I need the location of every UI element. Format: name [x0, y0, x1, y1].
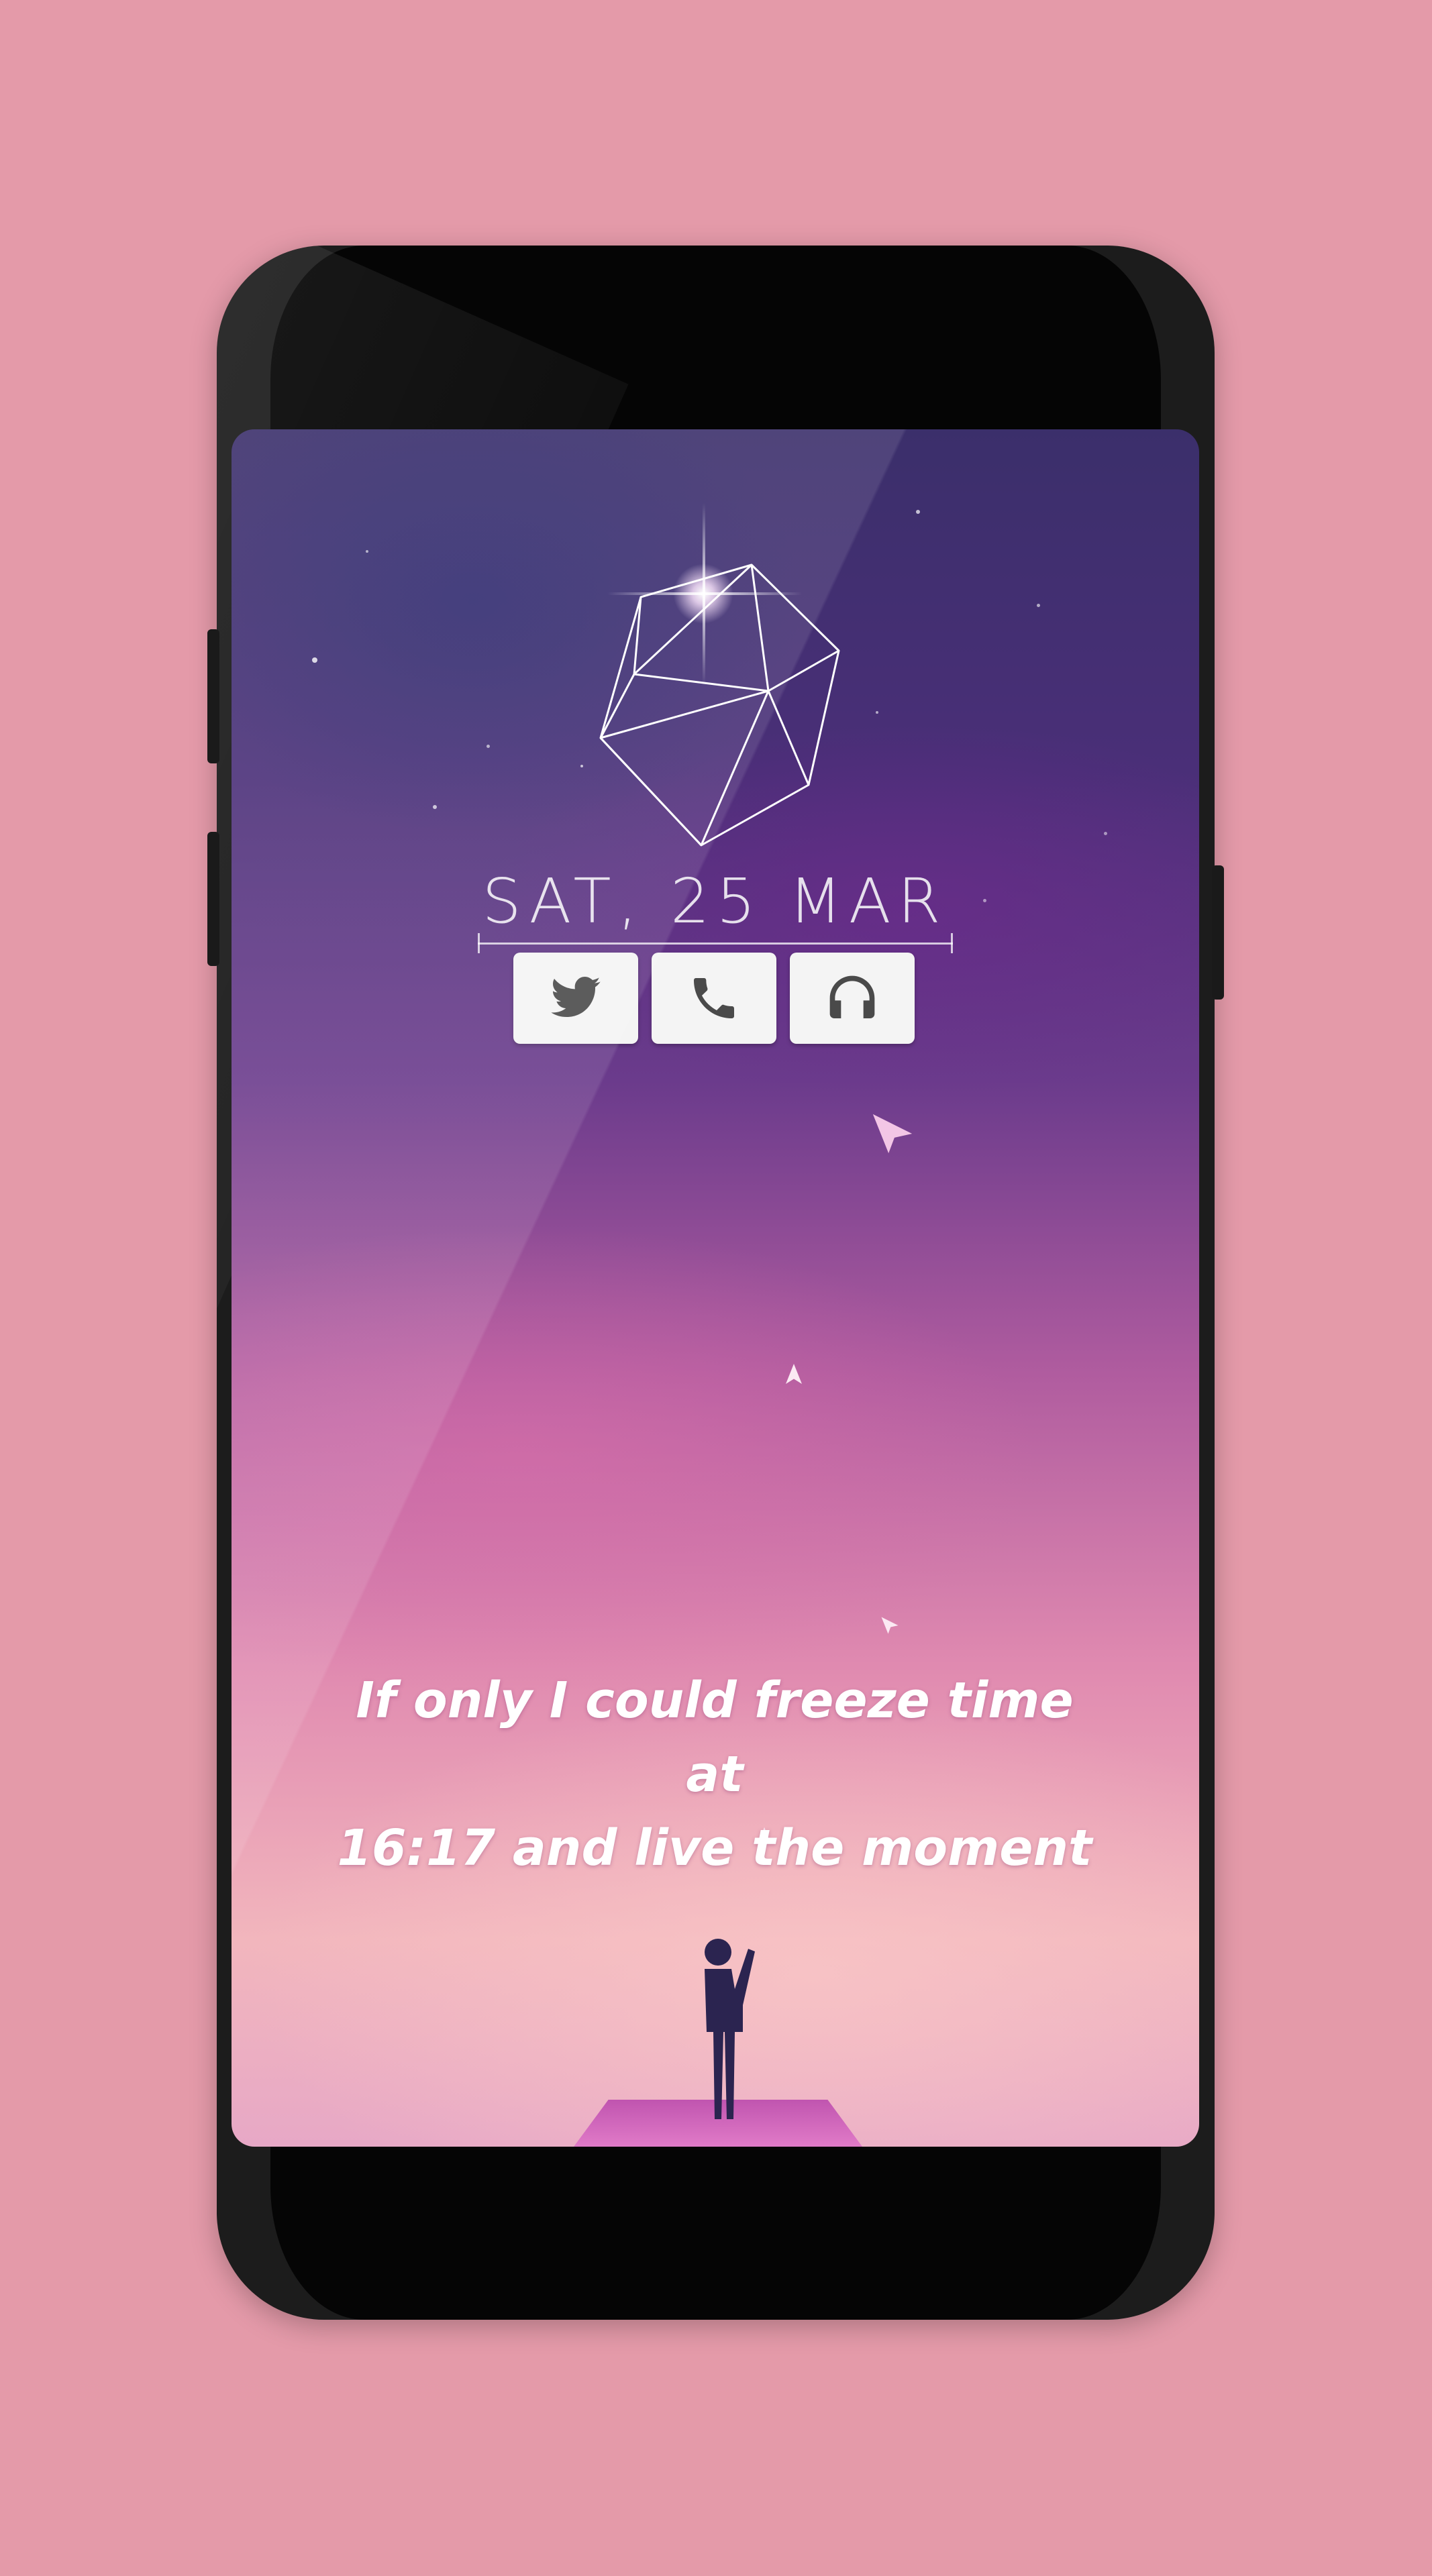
lockscreen-date: SAT, 25 MAR [482, 865, 948, 937]
quote-line-1: If only I could freeze time at [356, 1672, 1074, 1803]
star [433, 805, 437, 809]
polyhedron-logo [599, 564, 840, 847]
headphones-icon [829, 975, 875, 1018]
twitter-bird-icon [551, 977, 601, 1017]
lockscreen-quote: If only I could freeze time at 16:17 and… [332, 1664, 1097, 1885]
star [916, 510, 920, 514]
shortcut-row [513, 953, 915, 1044]
star [366, 550, 368, 553]
star [312, 657, 317, 663]
lockscreen: SAT, 25 MAR If only I could freeze time … [232, 429, 1199, 2147]
paper-plane-icon [786, 1364, 802, 1384]
volume-up-button [207, 629, 219, 763]
paper-plane-icon [872, 1114, 913, 1154]
power-button [1212, 865, 1224, 1000]
person-silhouette [705, 1939, 755, 2119]
phone-icon [694, 978, 734, 1018]
paper-plane-icon [881, 1617, 899, 1634]
music-shortcut-button[interactable] [790, 953, 915, 1044]
star [876, 711, 878, 714]
star [1037, 604, 1040, 607]
volume-down-button [207, 832, 219, 966]
twitter-shortcut-button[interactable] [513, 953, 638, 1044]
star [580, 765, 583, 767]
date-divider [478, 933, 953, 953]
star [1104, 832, 1107, 835]
quote-line-2: 16:17 and live the moment [337, 1819, 1092, 1877]
star [487, 745, 490, 748]
star [983, 899, 986, 902]
phone-shortcut-button[interactable] [652, 953, 776, 1044]
